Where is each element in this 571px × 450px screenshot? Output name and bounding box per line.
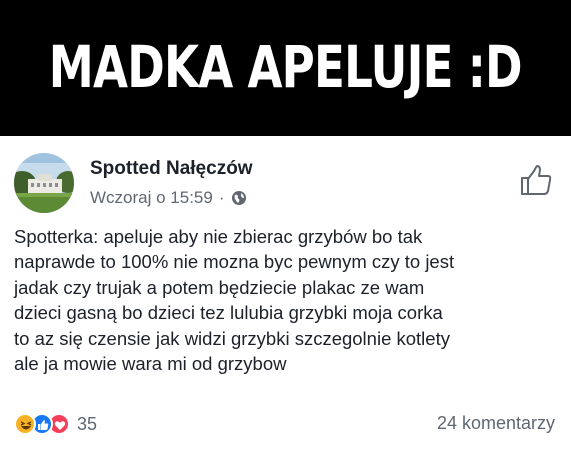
meme-banner: MADKA APELUJE :D	[0, 0, 571, 136]
page-name-link[interactable]: Spotted Nałęczów	[90, 158, 253, 180]
post-line: ale ja mowie wara mi od grzybow	[14, 353, 287, 375]
post-line: naprawde to 100% nie mozna byc pewnym cz…	[14, 251, 455, 273]
thumbs-up-icon[interactable]	[519, 163, 553, 197]
post-line: Spotterka: apeluje aby nie zbierac grzyb…	[14, 226, 423, 247]
globe-icon	[231, 190, 247, 206]
post-timestamp[interactable]: Wczoraj o 15:59	[90, 188, 213, 208]
post-body: Spotterka: apeluje aby nie zbierac grzyb…	[14, 224, 559, 376]
post-line: dzieci gasną bo dzieci tez lulubia grzyb…	[14, 302, 443, 324]
banner-title: MADKA APELUJE :D	[48, 33, 523, 101]
meta-separator: ·	[218, 188, 225, 207]
post-meta: Wczoraj o 15:59 ·	[90, 188, 247, 208]
reaction-count: 35	[77, 413, 98, 434]
page-avatar[interactable]	[14, 153, 74, 213]
haha-icon	[14, 413, 36, 435]
comments-count-link[interactable]: 24 komentarzy	[437, 413, 555, 434]
post-line: jadak czy trujak a potem będziecie plaka…	[14, 276, 425, 298]
post-line: to az się czensie jak widzi grzybki szcz…	[14, 327, 450, 349]
facebook-post: Spotted Nałęczów Wczoraj o 15:59 · Spott…	[0, 136, 571, 450]
reactions-summary[interactable]: 35	[14, 412, 97, 436]
